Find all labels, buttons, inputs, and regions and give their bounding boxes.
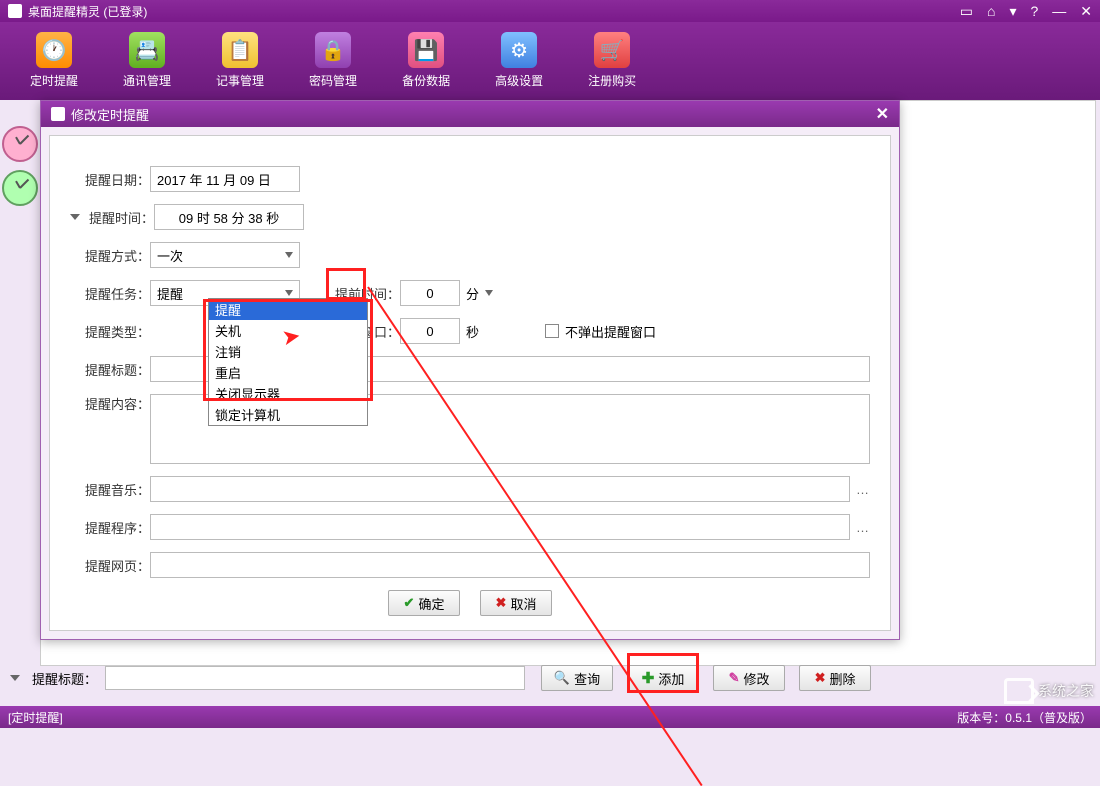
pencil-icon: ✎	[729, 670, 740, 686]
side-clocks	[0, 118, 40, 214]
label-mode: 提醒方式	[70, 246, 150, 265]
advance-field[interactable]: 0	[400, 280, 460, 306]
task-option[interactable]: 重启	[209, 362, 367, 383]
x-icon: ✖	[496, 595, 507, 611]
plus-icon: ✚	[642, 669, 655, 687]
mode-dropdown[interactable]: 一次	[150, 242, 300, 268]
task-option[interactable]: 提醒	[209, 299, 367, 320]
task-option[interactable]: 关机	[209, 320, 367, 341]
watermark-text: 系统之家	[1038, 681, 1094, 701]
status-right: 版本号：0.5.1（普及版）	[957, 709, 1092, 726]
gear-icon: ⚙	[501, 32, 537, 68]
check-icon: ✔	[404, 595, 415, 611]
label-program: 提醒程序	[70, 518, 150, 537]
help-icon[interactable]: ?	[1030, 3, 1038, 20]
status-bar: [定时提醒] 版本号：0.5.1（普及版）	[0, 706, 1100, 728]
label-date: 提醒日期	[70, 170, 150, 189]
label-title-field: 提醒标题	[70, 360, 150, 379]
tool-notes[interactable]: 📋记事管理	[216, 32, 264, 100]
edit-reminder-dialog: 修改定时提醒 ✕ 提醒日期 2017 年 11 月 09 日 提醒时间 09 时…	[40, 100, 900, 640]
tool-register[interactable]: 🛒注册购买	[588, 32, 636, 100]
watermark: 系统之家	[1004, 678, 1094, 704]
browse-program-button[interactable]: …	[856, 520, 870, 535]
task-option[interactable]: 注销	[209, 341, 367, 362]
main-toolbar: 🕐定时提醒 📇通讯管理 📋记事管理 🔒密码管理 💾备份数据 ⚙高级设置 🛒注册购…	[0, 22, 1100, 100]
backup-icon: 💾	[408, 32, 444, 68]
url-input[interactable]	[150, 552, 870, 578]
delete-button[interactable]: ✖删除	[799, 665, 871, 691]
dialog-titlebar: 修改定时提醒 ✕	[41, 101, 899, 127]
add-button[interactable]: ✚添加	[627, 665, 699, 691]
app-title: 桌面提醒精灵 (已登录)	[28, 3, 147, 20]
watermark-logo-icon	[1004, 678, 1034, 704]
tool-password[interactable]: 🔒密码管理	[309, 32, 357, 100]
closewin-field[interactable]: 0	[400, 318, 460, 344]
task-option[interactable]: 关闭显示器	[209, 383, 367, 404]
minimize-icon[interactable]: —	[1052, 3, 1066, 20]
main-titlebar: 桌面提醒精灵 (已登录) ▭ ⌂ ▾ ? — ✕	[0, 0, 1100, 22]
tool-timer-reminder[interactable]: 🕐定时提醒	[30, 32, 78, 100]
chevron-down-icon	[285, 290, 293, 296]
notes-icon: 📋	[222, 32, 258, 68]
search-icon: 🔍	[554, 670, 570, 686]
tool-contacts[interactable]: 📇通讯管理	[123, 32, 171, 100]
task-dropdown-list: 提醒 关机 注销 重启 关闭显示器 锁定计算机	[208, 298, 368, 426]
chevron-down-icon	[285, 252, 293, 258]
skin-icon[interactable]: ▭	[960, 3, 973, 20]
label-content: 提醒内容	[70, 394, 150, 413]
clock-icon: 🕐	[36, 32, 72, 68]
time-field[interactable]: 09 时 58 分 38 秒	[154, 204, 304, 230]
tool-settings[interactable]: ⚙高级设置	[495, 32, 543, 100]
dialog-close-icon[interactable]: ✕	[876, 104, 889, 124]
label-task: 提醒任务	[70, 284, 150, 303]
menu-icon[interactable]: ▾	[1009, 3, 1016, 20]
browse-music-button[interactable]: …	[856, 482, 870, 497]
bottom-action-bar: 提醒标题： 🔍查询 ✚添加 ✎修改 ✖删除	[10, 660, 1090, 696]
tool-backup[interactable]: 💾备份数据	[402, 32, 450, 100]
program-input[interactable]	[150, 514, 850, 540]
query-button[interactable]: 🔍查询	[541, 665, 613, 691]
label-music: 提醒音乐	[70, 480, 150, 499]
lock-icon: 🔒	[315, 32, 351, 68]
task-option[interactable]: 锁定计算机	[209, 404, 367, 425]
search-label: 提醒标题：	[32, 669, 97, 688]
modify-button[interactable]: ✎修改	[713, 665, 785, 691]
close-icon[interactable]: ✕	[1080, 3, 1092, 20]
clock-item-1[interactable]	[2, 126, 38, 162]
label-time: 提醒时间	[84, 208, 154, 227]
home-icon[interactable]: ⌂	[987, 3, 995, 20]
label-url: 提醒网页	[70, 556, 150, 575]
clock-item-2[interactable]	[2, 170, 38, 206]
app-icon	[8, 4, 22, 18]
expand-icon[interactable]	[10, 675, 20, 681]
search-title-input[interactable]	[105, 666, 525, 690]
dialog-title: 修改定时提醒	[71, 105, 149, 124]
music-input[interactable]	[150, 476, 850, 502]
status-left: [定时提醒]	[8, 709, 63, 726]
expand-icon[interactable]	[70, 214, 80, 220]
contacts-icon: 📇	[129, 32, 165, 68]
cancel-button[interactable]: ✖取消	[480, 590, 552, 616]
closewin-unit: 秒	[466, 322, 479, 341]
chevron-down-icon[interactable]	[485, 290, 493, 296]
x-icon: ✖	[815, 670, 826, 686]
cart-icon: 🛒	[594, 32, 630, 68]
date-dropdown[interactable]: 2017 年 11 月 09 日	[150, 166, 300, 192]
ok-button[interactable]: ✔确定	[388, 590, 460, 616]
no-popup-label: 不弹出提醒窗口	[565, 322, 656, 341]
dialog-icon	[51, 107, 65, 121]
label-type: 提醒类型	[70, 322, 150, 341]
no-popup-checkbox[interactable]	[545, 324, 559, 338]
advance-unit: 分	[466, 284, 479, 303]
